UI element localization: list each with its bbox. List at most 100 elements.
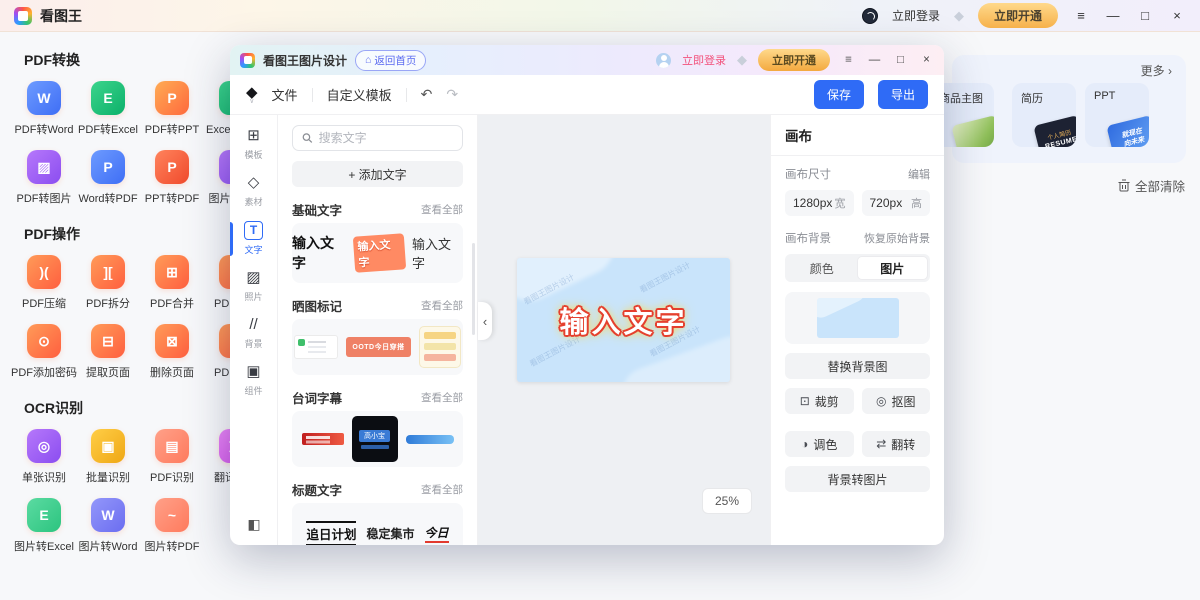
tool-image-to-word[interactable]: W图片转Word <box>76 498 140 554</box>
tool-pdf-merge[interactable]: ⊞PDF合并 <box>140 255 204 311</box>
rail-tab-background[interactable]: //背景 <box>230 316 278 350</box>
tool-pdf-split[interactable]: ][PDF拆分 <box>76 255 140 311</box>
rail-tab-components[interactable]: ▣组件 <box>230 363 278 397</box>
word-to-pdf-icon: P <box>91 150 125 184</box>
photo-marks-card[interactable]: OOTD今日穿搭 <box>292 319 463 375</box>
export-button[interactable]: 导出 <box>878 80 928 109</box>
tool-pdf-to-excel[interactable]: EPDF转Excel <box>76 81 140 137</box>
undo-icon[interactable]: ↶ <box>421 86 433 103</box>
dialog-avatar[interactable] <box>656 53 671 68</box>
adjust-color-button[interactable]: ◑ 调色 <box>785 431 854 457</box>
login-button[interactable]: 立即登录 <box>892 7 940 24</box>
tool-pdf-compress[interactable]: )(PDF压缩 <box>12 255 76 311</box>
crop-button[interactable]: ⊡ 裁剪 <box>785 388 854 414</box>
text-style-sticker[interactable]: 输入文字 <box>353 233 407 272</box>
view-all-link[interactable]: 查看全部 <box>421 298 463 313</box>
rail-tab-text[interactable]: T文字 <box>230 221 278 256</box>
vip-diamond-icon[interactable]: ◆ <box>954 8 964 24</box>
divider <box>312 88 313 102</box>
tool-image-to-excel[interactable]: E图片转Excel <box>12 498 76 554</box>
search-box[interactable] <box>292 125 463 151</box>
blue-subtitle-thumbnail[interactable] <box>406 435 454 444</box>
tool-pdf-password[interactable]: ⊙PDF添加密码 <box>12 324 76 380</box>
title-text-card[interactable]: 追日计划 稳定集市 今日 <box>292 503 463 545</box>
tool-delete-pages[interactable]: ⊠删除页面 <box>140 324 204 380</box>
note-mark-thumbnail[interactable] <box>419 326 461 368</box>
view-all-link[interactable]: 查看全部 <box>421 202 463 217</box>
rail-tab-photos[interactable]: ▨照片 <box>230 269 278 303</box>
clear-all-button[interactable]: 全部清除 <box>1118 176 1185 195</box>
dialog-vip-diamond-icon[interactable]: ◆ <box>737 52 747 68</box>
zoom-level-badge[interactable]: 25% <box>702 488 752 514</box>
rail-tab-materials[interactable]: ◇素材 <box>230 174 278 208</box>
tool-word-to-pdf[interactable]: PWord转PDF <box>76 150 140 206</box>
title-sample-3[interactable]: 今日 <box>425 524 449 543</box>
redo-icon[interactable]: ↷ <box>446 86 458 103</box>
title-sample-2[interactable]: 稳定集市 <box>366 525 414 542</box>
tool-pdf-to-word[interactable]: WPDF转Word <box>12 81 76 137</box>
canvas-text-element[interactable]: 输入文字 <box>517 258 730 382</box>
tool-ppt-to-pdf[interactable]: PPPT转PDF <box>140 150 204 206</box>
trash-icon <box>1118 179 1130 192</box>
tool-image-to-pdf-ocr[interactable]: ~图片转PDF <box>140 498 204 554</box>
canvas-size-label: 画布尺寸 <box>785 166 831 182</box>
upgrade-button[interactable]: 立即开通 <box>978 3 1058 28</box>
edit-size-link[interactable]: 编辑 <box>908 166 930 182</box>
red-subtitle-thumbnail[interactable] <box>302 433 344 445</box>
tool-batch-ocr[interactable]: ▣批量识别 <box>76 429 140 485</box>
view-all-link[interactable]: 查看全部 <box>421 390 463 405</box>
collapse-panel-icon[interactable]: ◧ <box>230 516 278 533</box>
template-card-resume[interactable]: 简历 个人简历 RESUME <box>1012 83 1076 147</box>
menu-icon[interactable]: ≡ <box>1072 8 1090 23</box>
cutout-button[interactable]: ◎ 抠图 <box>862 388 931 414</box>
width-input[interactable]: 1280px 宽 <box>785 190 854 216</box>
maximize-button[interactable]: □ <box>1136 8 1154 23</box>
dialog-close-button[interactable]: × <box>919 54 934 66</box>
dialog-maximize-button[interactable]: □ <box>893 54 908 66</box>
text-style-regular[interactable]: 输入文字 <box>412 234 463 272</box>
more-link[interactable]: 更多 › <box>1141 62 1172 79</box>
black-subtitle-thumbnail[interactable]: 高小宝 <box>352 416 398 462</box>
dialog-menu-icon[interactable]: ≡ <box>841 54 856 66</box>
avatar[interactable] <box>862 8 878 24</box>
dialog-upgrade-button[interactable]: 立即开通 <box>758 49 830 71</box>
add-text-button[interactable]: + 添加文字 <box>292 161 463 187</box>
tool-pdf-to-image[interactable]: ▨PDF转图片 <box>12 150 76 206</box>
flip-button[interactable]: ⇄ 翻转 <box>862 431 931 457</box>
collapse-panel-tab[interactable]: ‹ <box>478 302 492 340</box>
chat-mark-thumbnail[interactable] <box>294 335 338 359</box>
canvas-image[interactable]: 看图王图片设计 看图王图片设计 看图王图片设计 看图王图片设计 输入文字 <box>517 258 730 382</box>
menu-custom-template[interactable]: 自定义模板 <box>327 85 392 104</box>
height-input[interactable]: 720px 高 <box>862 190 931 216</box>
cutout-icon: ◎ <box>876 394 886 408</box>
tool-pdf-to-ppt[interactable]: PPDF转PPT <box>140 81 204 137</box>
tool-extract-pages[interactable]: ⊟提取页面 <box>76 324 140 380</box>
close-button[interactable]: × <box>1168 8 1186 23</box>
replace-bg-button[interactable]: 替换背景图 <box>785 353 930 379</box>
title-sample-1[interactable]: 追日计划 <box>306 521 356 546</box>
panel-scrollbar[interactable] <box>472 243 475 335</box>
bg-color-tab[interactable]: 颜色 <box>787 256 857 280</box>
save-button[interactable]: 保存 <box>814 80 864 109</box>
menu-file[interactable]: 文件 <box>272 85 298 104</box>
basic-text-card[interactable]: 输入文字 输入文字 输入文字 <box>292 223 463 283</box>
back-home-button[interactable]: ⌂ 返回首页 <box>355 50 426 71</box>
minimize-button[interactable]: — <box>1104 8 1122 23</box>
text-style-bold[interactable]: 输入文字 <box>292 233 347 273</box>
tool-pdf-ocr[interactable]: ▤PDF识别 <box>140 429 204 485</box>
restore-bg-link[interactable]: 恢复原始背景 <box>864 230 930 246</box>
rail-tab-templates[interactable]: ⊞模板 <box>230 127 278 161</box>
bg-image-tab[interactable]: 图片 <box>857 256 929 280</box>
bg-to-image-button[interactable]: 背景转图片 <box>785 466 930 492</box>
bg-preview-box[interactable] <box>785 292 930 344</box>
search-input[interactable] <box>319 131 453 145</box>
tool-single-ocr[interactable]: ◎单张识别 <box>12 429 76 485</box>
template-card-ppt[interactable]: PPT 就现在 向未来 <box>1085 83 1149 147</box>
dialog-login-button[interactable]: 立即登录 <box>682 52 726 68</box>
subtitles-card[interactable]: 高小宝 <box>292 411 463 467</box>
dialog-minimize-button[interactable]: — <box>867 54 882 66</box>
canvas-area[interactable]: ‹ 看图王图片设计 看图王图片设计 看图王图片设计 看图王图片设计 输入文字 2… <box>478 115 770 545</box>
ootd-mark-thumbnail[interactable]: OOTD今日穿搭 <box>346 337 410 357</box>
view-all-link[interactable]: 查看全部 <box>421 482 463 497</box>
editor-logo-icon[interactable]: ◆∨ <box>246 85 258 105</box>
